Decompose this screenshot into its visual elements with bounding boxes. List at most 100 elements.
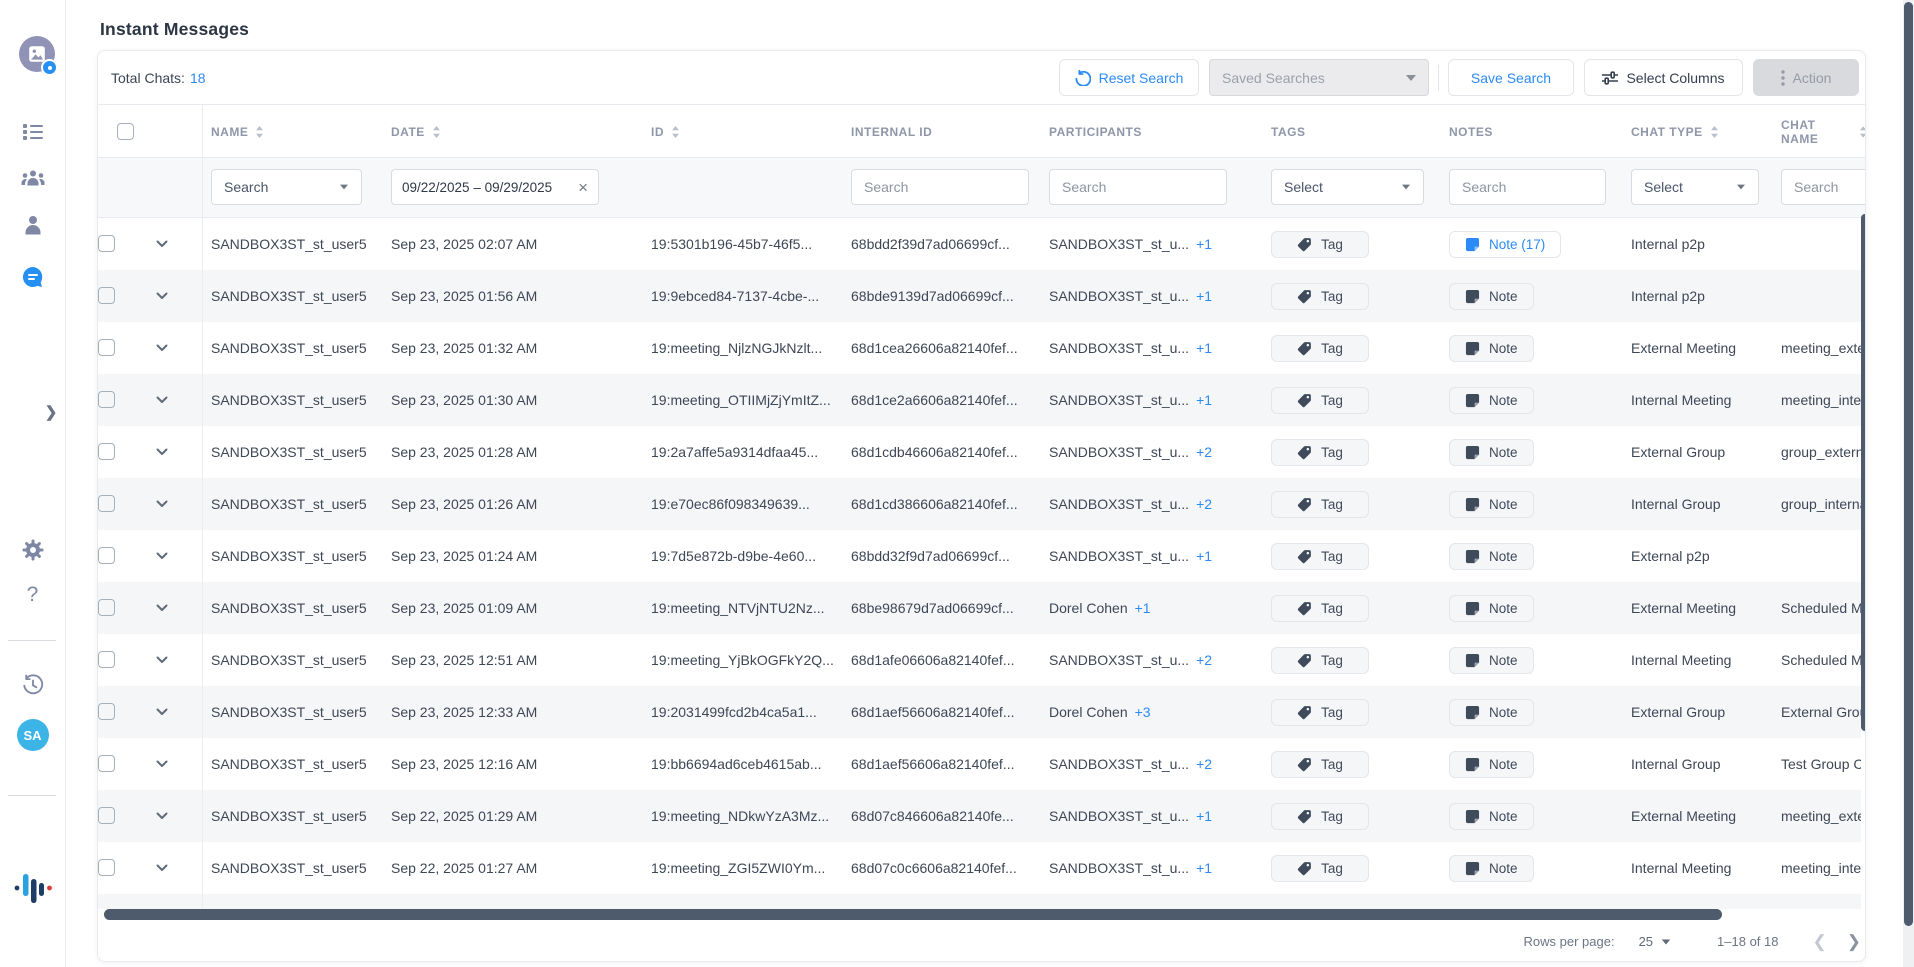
participants-search-input[interactable] [1062, 179, 1214, 195]
column-header-tags[interactable]: TAGS [1271, 105, 1305, 158]
table-vertical-scrollbar[interactable] [1861, 214, 1866, 731]
row-checkbox[interactable] [98, 599, 115, 616]
sidebar-item-instant-messages[interactable] [0, 264, 65, 290]
table-row[interactable]: SANDBOX3ST_st_user5 Sep 23, 2025 01:32 A… [98, 322, 1861, 374]
table-row[interactable]: SANDBOX3ST_st_user5 Sep 23, 2025 12:16 A… [98, 738, 1861, 790]
sidebar-item-lists[interactable] [0, 119, 65, 145]
internal-id-search-input[interactable] [864, 179, 1016, 195]
participants-more-badge[interactable]: +2 [1196, 444, 1212, 460]
table-row[interactable]: SANDBOX3ST_st_user5 Sep 23, 2025 02:07 A… [98, 218, 1861, 270]
tag-button[interactable]: Tag [1271, 751, 1369, 778]
chat-name-search-input[interactable] [1794, 179, 1866, 195]
table-row[interactable]: SANDBOX3ST_st_user5 Sep 22, 2025 01:27 A… [98, 842, 1861, 894]
column-header-notes[interactable]: NOTES [1449, 105, 1493, 158]
column-header-name[interactable]: NAME [211, 105, 264, 158]
next-page-button[interactable]: ❯ [1847, 932, 1861, 952]
window-scrollbar[interactable] [1904, 2, 1913, 926]
tag-button[interactable]: Tag [1271, 595, 1369, 622]
note-button[interactable]: Note [1449, 543, 1534, 570]
row-checkbox[interactable] [98, 391, 115, 408]
row-checkbox[interactable] [98, 443, 115, 460]
expand-row-button[interactable] [154, 394, 170, 406]
date-filter-input[interactable]: 09/22/2025 – 09/29/2025 × [391, 169, 599, 205]
row-checkbox[interactable] [98, 287, 115, 304]
sidebar-item-help[interactable]: ? [0, 583, 65, 607]
saved-searches-select[interactable]: Saved Searches [1209, 59, 1429, 96]
row-checkbox[interactable] [98, 339, 115, 356]
participants-more-badge[interactable]: +1 [1196, 548, 1212, 564]
rows-per-page-select[interactable]: 25 [1639, 934, 1671, 949]
expand-row-button[interactable] [154, 758, 170, 770]
chat-type-filter-select[interactable]: Select [1631, 169, 1759, 205]
row-checkbox[interactable] [98, 235, 115, 252]
table-row[interactable]: SANDBOX3ST_st_user5 Sep 23, 2025 01:28 A… [98, 426, 1861, 478]
row-checkbox[interactable] [98, 807, 115, 824]
table-row[interactable]: SANDBOX3ST_st_user5 Sep 23, 2025 01:30 A… [98, 374, 1861, 426]
column-header-chat_type[interactable]: CHAT TYPE [1631, 105, 1719, 158]
sidebar-item-groups[interactable] [0, 166, 65, 190]
row-checkbox[interactable] [98, 755, 115, 772]
note-button[interactable]: Note (17) [1449, 231, 1561, 258]
participants-more-badge[interactable]: +1 [1196, 236, 1212, 252]
participants-more-badge[interactable]: +2 [1196, 496, 1212, 512]
table-row[interactable]: SANDBOX3ST_st_user5 Sep 23, 2025 01:26 A… [98, 478, 1861, 530]
table-row[interactable]: SANDBOX3ST_st_user5 Sep 23, 2025 01:24 A… [98, 530, 1861, 582]
participants-more-badge[interactable]: +1 [1196, 808, 1212, 824]
table-row[interactable]: SANDBOX3ST_st_user5 Sep 23, 2025 12:51 A… [98, 634, 1861, 686]
table-row[interactable]: SANDBOX3ST_st_user5 Sep 23, 2025 01:56 A… [98, 270, 1861, 322]
tag-button[interactable]: Tag [1271, 647, 1369, 674]
tag-button[interactable]: Tag [1271, 491, 1369, 518]
table-row[interactable]: SANDBOX3ST_st_user5 Sep 22, 2025 01:29 A… [98, 790, 1861, 842]
select-columns-button[interactable]: Select Columns [1584, 59, 1743, 96]
previous-page-button[interactable]: ❮ [1813, 932, 1827, 952]
participants-more-badge[interactable]: +2 [1196, 756, 1212, 772]
expand-row-button[interactable] [154, 550, 170, 562]
note-button[interactable]: Note [1449, 387, 1534, 414]
row-checkbox[interactable] [98, 859, 115, 876]
notes-filter-input[interactable] [1449, 169, 1606, 205]
row-checkbox[interactable] [98, 703, 115, 720]
tag-button[interactable]: Tag [1271, 231, 1369, 258]
column-header-internal_id[interactable]: INTERNAL ID [851, 105, 932, 158]
participants-more-badge[interactable]: +1 [1196, 392, 1212, 408]
note-button[interactable]: Note [1449, 751, 1534, 778]
tag-button[interactable]: Tag [1271, 335, 1369, 362]
note-button[interactable]: Note [1449, 595, 1534, 622]
tag-button[interactable]: Tag [1271, 439, 1369, 466]
row-checkbox[interactable] [98, 651, 115, 668]
note-button[interactable]: Note [1449, 439, 1534, 466]
tag-button[interactable]: Tag [1271, 283, 1369, 310]
note-button[interactable]: Note [1449, 647, 1534, 674]
tag-button[interactable]: Tag [1271, 855, 1369, 882]
expand-row-button[interactable] [154, 342, 170, 354]
participants-more-badge[interactable]: +3 [1135, 704, 1151, 720]
sidebar-item-settings[interactable] [0, 538, 65, 562]
note-button[interactable]: Note [1449, 855, 1534, 882]
note-button[interactable]: Note [1449, 699, 1534, 726]
row-checkbox[interactable] [98, 495, 115, 512]
expand-row-button[interactable] [154, 498, 170, 510]
tag-button[interactable]: Tag [1271, 543, 1369, 570]
note-button[interactable]: Note [1449, 803, 1534, 830]
column-header-participants[interactable]: PARTICIPANTS [1049, 105, 1142, 158]
column-header-date[interactable]: DATE [391, 105, 441, 158]
note-button[interactable]: Note [1449, 335, 1534, 362]
tag-button[interactable]: Tag [1271, 699, 1369, 726]
action-button[interactable]: Action [1753, 59, 1859, 96]
table-horizontal-scrollbar[interactable] [104, 909, 1722, 920]
note-button[interactable]: Note [1449, 491, 1534, 518]
note-button[interactable]: Note [1449, 283, 1534, 310]
save-search-button[interactable]: Save Search [1448, 59, 1574, 96]
tag-button[interactable]: Tag [1271, 387, 1369, 414]
user-avatar[interactable]: SA [0, 719, 65, 751]
expand-row-button[interactable] [154, 238, 170, 250]
participants-more-badge[interactable]: +1 [1196, 860, 1212, 876]
tags-filter-select[interactable]: Select [1271, 169, 1424, 205]
participants-more-badge[interactable]: +1 [1135, 600, 1151, 616]
column-header-chat_name[interactable]: CHAT NAME [1781, 105, 1866, 158]
row-checkbox[interactable] [98, 547, 115, 564]
column-header-id[interactable]: ID [651, 105, 680, 158]
internal-id-filter-input[interactable] [851, 169, 1029, 205]
participants-filter-input[interactable] [1049, 169, 1227, 205]
participants-more-badge[interactable]: +1 [1196, 340, 1212, 356]
